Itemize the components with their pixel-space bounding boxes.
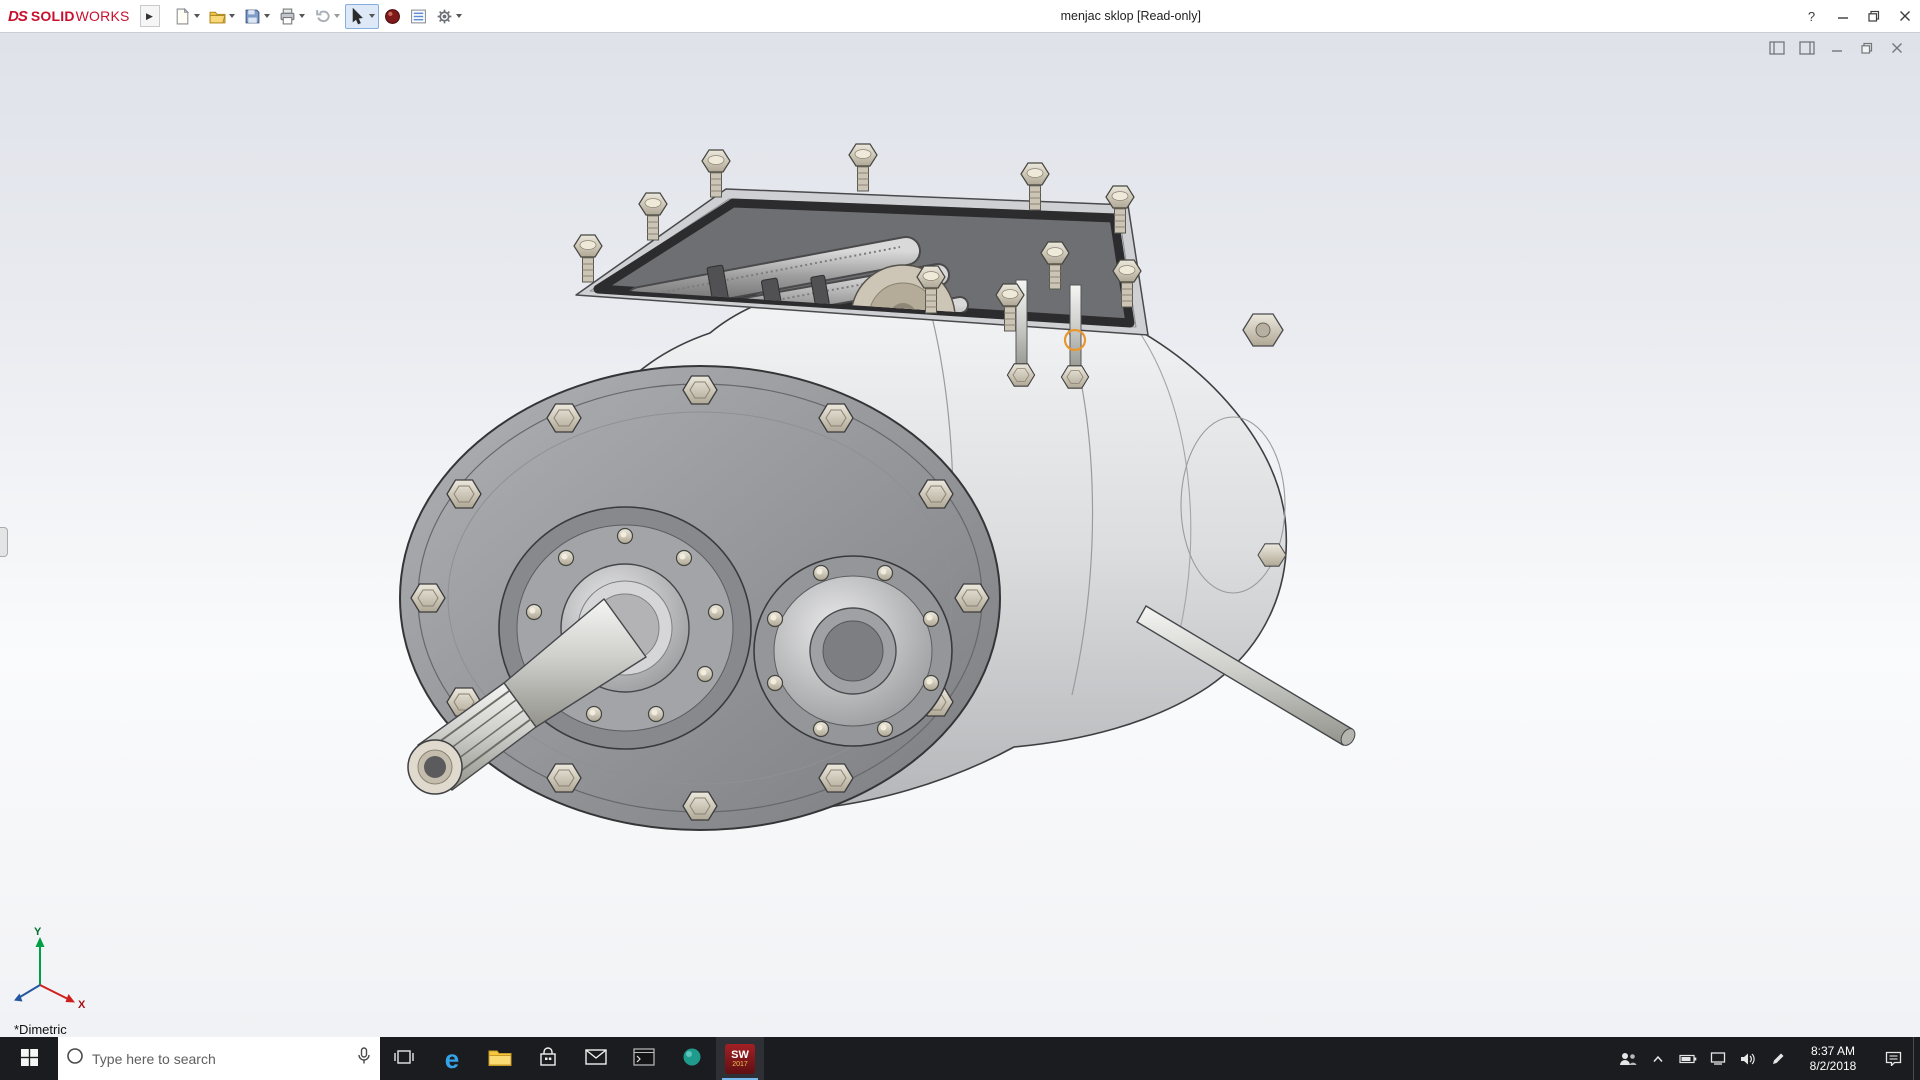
windows-taskbar: e SW 2017 — [0, 1037, 1920, 1080]
hidden-icons-chevron[interactable] — [1643, 1037, 1673, 1080]
cortana-icon — [66, 1047, 84, 1070]
pane-left-icon[interactable] — [1766, 39, 1788, 57]
display-settings-button[interactable] — [406, 4, 431, 29]
taskbar-item-green-app[interactable] — [668, 1037, 716, 1080]
print-button[interactable] — [275, 4, 309, 29]
clock-time: 8:37 AM — [1811, 1044, 1855, 1059]
open-folder-icon — [209, 8, 226, 25]
triad-x-label: X — [78, 999, 86, 1011]
3d-viewport[interactable]: Y X *Dimetric — [0, 33, 1920, 1037]
solidworks-window: DS SOLIDWORKS ▶ — [0, 0, 1920, 1080]
file-explorer-icon — [488, 1047, 512, 1070]
open-dropdown-caret — [229, 14, 235, 18]
mail-envelope-icon — [585, 1049, 607, 1068]
minimize-button[interactable] — [1827, 0, 1858, 32]
print-icon — [279, 8, 296, 25]
triad-y-label: Y — [34, 926, 42, 938]
people-icon[interactable] — [1613, 1037, 1643, 1080]
menu-expand-button[interactable]: ▶ — [140, 5, 160, 27]
close-button[interactable] — [1889, 0, 1920, 32]
help-button[interactable]: ? — [1796, 0, 1827, 32]
new-document-button[interactable] — [170, 4, 204, 29]
brand-solid: SOLID — [31, 8, 75, 24]
new-document-icon — [174, 8, 191, 25]
taskbar-item-store[interactable] — [524, 1037, 572, 1080]
solidworks-letters: SW — [731, 1049, 749, 1061]
solidworks-app-icon: SW 2017 — [725, 1044, 755, 1074]
system-tray: 8:37 AM 8/2/2018 — [1613, 1037, 1920, 1080]
select-tool-button[interactable] — [345, 4, 379, 29]
undo-button[interactable] — [310, 4, 344, 29]
save-dropdown-caret — [264, 14, 270, 18]
edge-icon: e — [445, 1046, 459, 1072]
open-button[interactable] — [205, 4, 239, 29]
start-button[interactable] — [0, 1037, 58, 1080]
battery-icon[interactable] — [1673, 1037, 1703, 1080]
doc-close-button[interactable] — [1886, 39, 1908, 57]
brand-works: WORKS — [76, 8, 130, 24]
quick-access-toolbar — [170, 4, 466, 29]
taskbar-item-edge[interactable]: e — [428, 1037, 476, 1080]
taskbar-clock[interactable]: 8:37 AM 8/2/2018 — [1793, 1037, 1873, 1080]
options-button[interactable] — [432, 4, 466, 29]
restore-button[interactable] — [1858, 0, 1889, 32]
pane-right-icon[interactable] — [1796, 39, 1818, 57]
volume-icon[interactable] — [1733, 1037, 1763, 1080]
gear-icon — [436, 8, 453, 25]
print-dropdown-caret — [299, 14, 305, 18]
taskbar-item-file-explorer[interactable] — [476, 1037, 524, 1080]
taskbar-item-console[interactable] — [620, 1037, 668, 1080]
select-dropdown-caret — [369, 14, 375, 18]
task-view-button[interactable] — [380, 1037, 428, 1080]
solidworks-logo: DS SOLIDWORKS — [0, 8, 140, 25]
solidworks-year: 2017 — [732, 1061, 748, 1068]
task-view-icon — [394, 1049, 414, 1068]
taskbar-item-solidworks[interactable]: SW 2017 — [716, 1037, 764, 1080]
windows-logo-icon — [21, 1049, 38, 1069]
pen-icon[interactable] — [1763, 1037, 1793, 1080]
display-settings-icon — [410, 8, 427, 25]
document-window-controls — [1766, 39, 1908, 57]
undo-icon — [314, 8, 331, 25]
gearbox-model — [0, 33, 1920, 1037]
console-window-icon — [633, 1048, 655, 1069]
taskbar-item-mail[interactable] — [572, 1037, 620, 1080]
show-desktop-button[interactable] — [1913, 1037, 1920, 1080]
options-dropdown-caret — [456, 14, 462, 18]
doc-minimize-button[interactable] — [1826, 39, 1848, 57]
search-input[interactable] — [92, 1051, 348, 1067]
ds-logo-icon: DS — [8, 8, 27, 25]
doc-restore-button[interactable] — [1856, 39, 1878, 57]
orientation-triad: Y X — [6, 923, 96, 1011]
action-center-button[interactable] — [1873, 1037, 1913, 1080]
window-controls: ? — [1796, 0, 1920, 32]
undo-dropdown-caret — [334, 14, 340, 18]
feature-manager-collapsed-tab[interactable] — [0, 527, 8, 557]
titlebar: DS SOLIDWORKS ▶ — [0, 0, 1920, 33]
clock-date: 8/2/2018 — [1810, 1059, 1857, 1074]
appearance-sphere-icon — [384, 8, 401, 25]
view-orientation-label: *Dimetric — [14, 1022, 67, 1037]
new-dropdown-caret — [194, 14, 200, 18]
select-cursor-icon — [349, 8, 366, 25]
network-icon[interactable] — [1703, 1037, 1733, 1080]
document-title: menjac sklop [Read-only] — [466, 9, 1796, 23]
save-button[interactable] — [240, 4, 274, 29]
microphone-icon[interactable] — [356, 1047, 372, 1070]
taskbar-search — [58, 1037, 380, 1080]
appearance-button[interactable] — [380, 4, 405, 29]
store-bag-icon — [538, 1047, 558, 1070]
teal-sphere-icon — [682, 1047, 702, 1070]
save-floppy-icon — [244, 8, 261, 25]
